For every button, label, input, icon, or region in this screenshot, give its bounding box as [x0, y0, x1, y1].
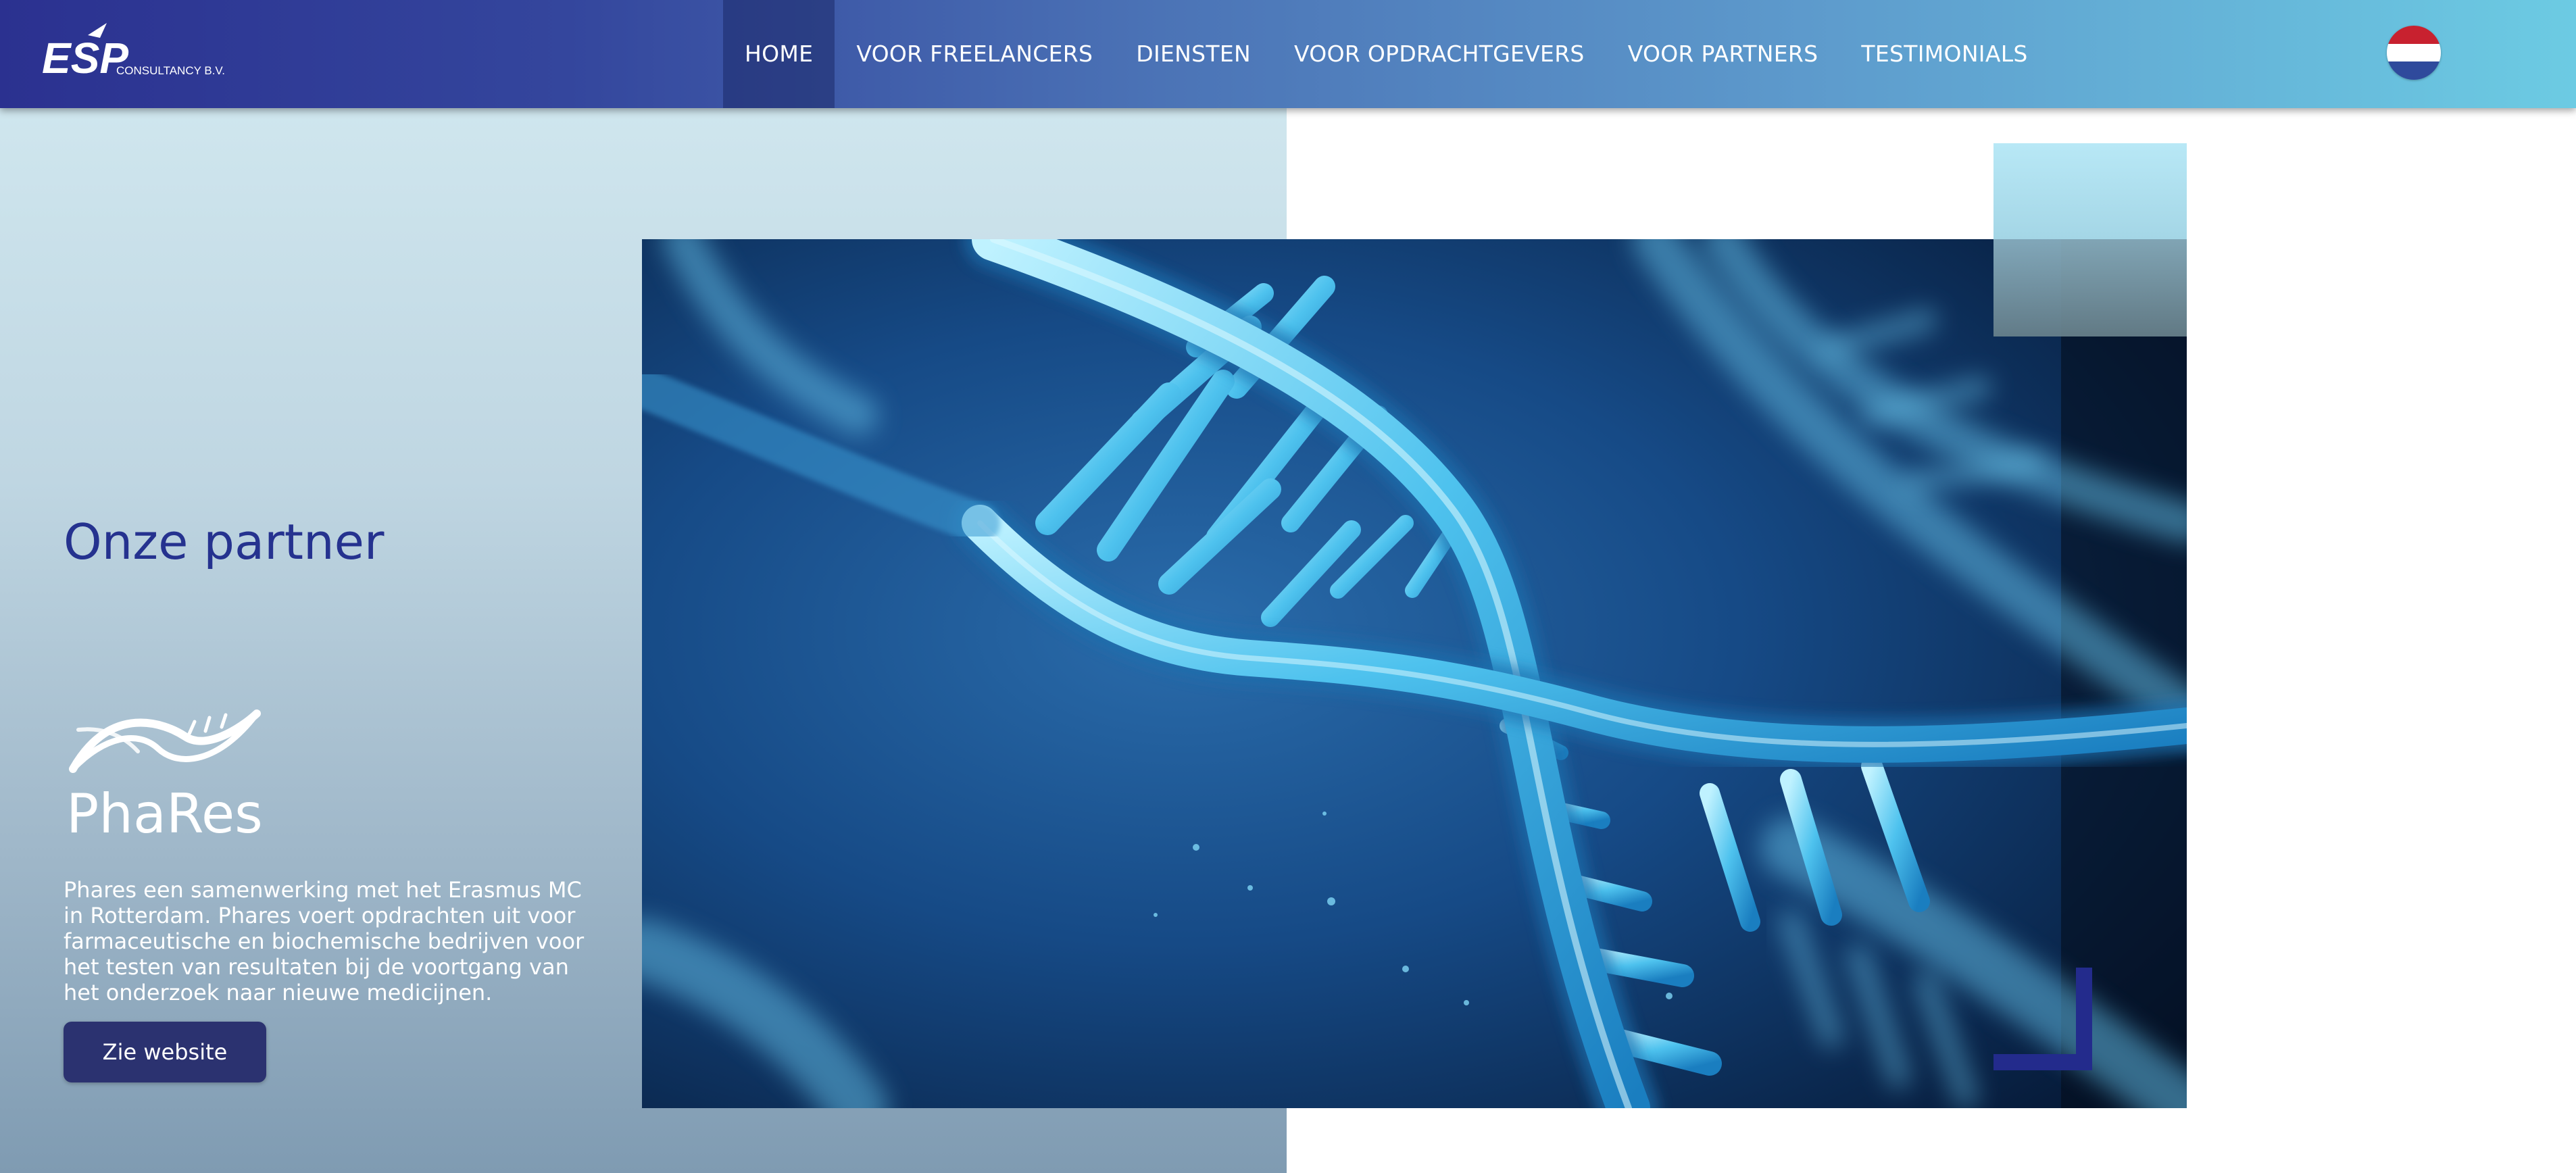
- dutch-flag-icon[interactable]: [2387, 26, 2441, 80]
- corner-bracket-decoration: [1993, 968, 2092, 1070]
- dna-helix-image: [642, 239, 2187, 1108]
- nav-item-home[interactable]: HOME: [723, 0, 835, 108]
- phares-logo: PhaRes: [64, 689, 273, 845]
- nav-item-voor-freelancers[interactable]: VOOR FREELANCERS: [835, 0, 1114, 108]
- decorative-accent-overlay: [1993, 239, 2187, 336]
- partner-description: Phares een samenwerking met het Erasmus …: [64, 877, 585, 1005]
- phares-logo-text: PhaRes: [66, 782, 263, 845]
- esp-logo[interactable]: ESP CONSULTANCY B.V.: [41, 20, 243, 88]
- nav-item-voor-opdrachtgevers[interactable]: VOOR OPDRACHTGEVERS: [1272, 0, 1606, 108]
- section-title: Onze partner: [64, 514, 385, 570]
- dna-helix-icon: [69, 709, 261, 773]
- visit-website-button[interactable]: Zie website: [64, 1022, 266, 1082]
- nav-item-voor-partners[interactable]: VOOR PARTNERS: [1606, 0, 1840, 108]
- nav-item-diensten[interactable]: DIENSTEN: [1114, 0, 1272, 108]
- nav-item-testimonials[interactable]: TESTIMONIALS: [1839, 0, 2049, 108]
- main-nav-menu: HOME VOOR FREELANCERS DIENSTEN VOOR OPDR…: [723, 0, 2050, 108]
- logo-subtitle: CONSULTANCY B.V.: [116, 64, 225, 77]
- top-navigation-bar: ESP CONSULTANCY B.V. HOME VOOR FREELANCE…: [0, 0, 2576, 108]
